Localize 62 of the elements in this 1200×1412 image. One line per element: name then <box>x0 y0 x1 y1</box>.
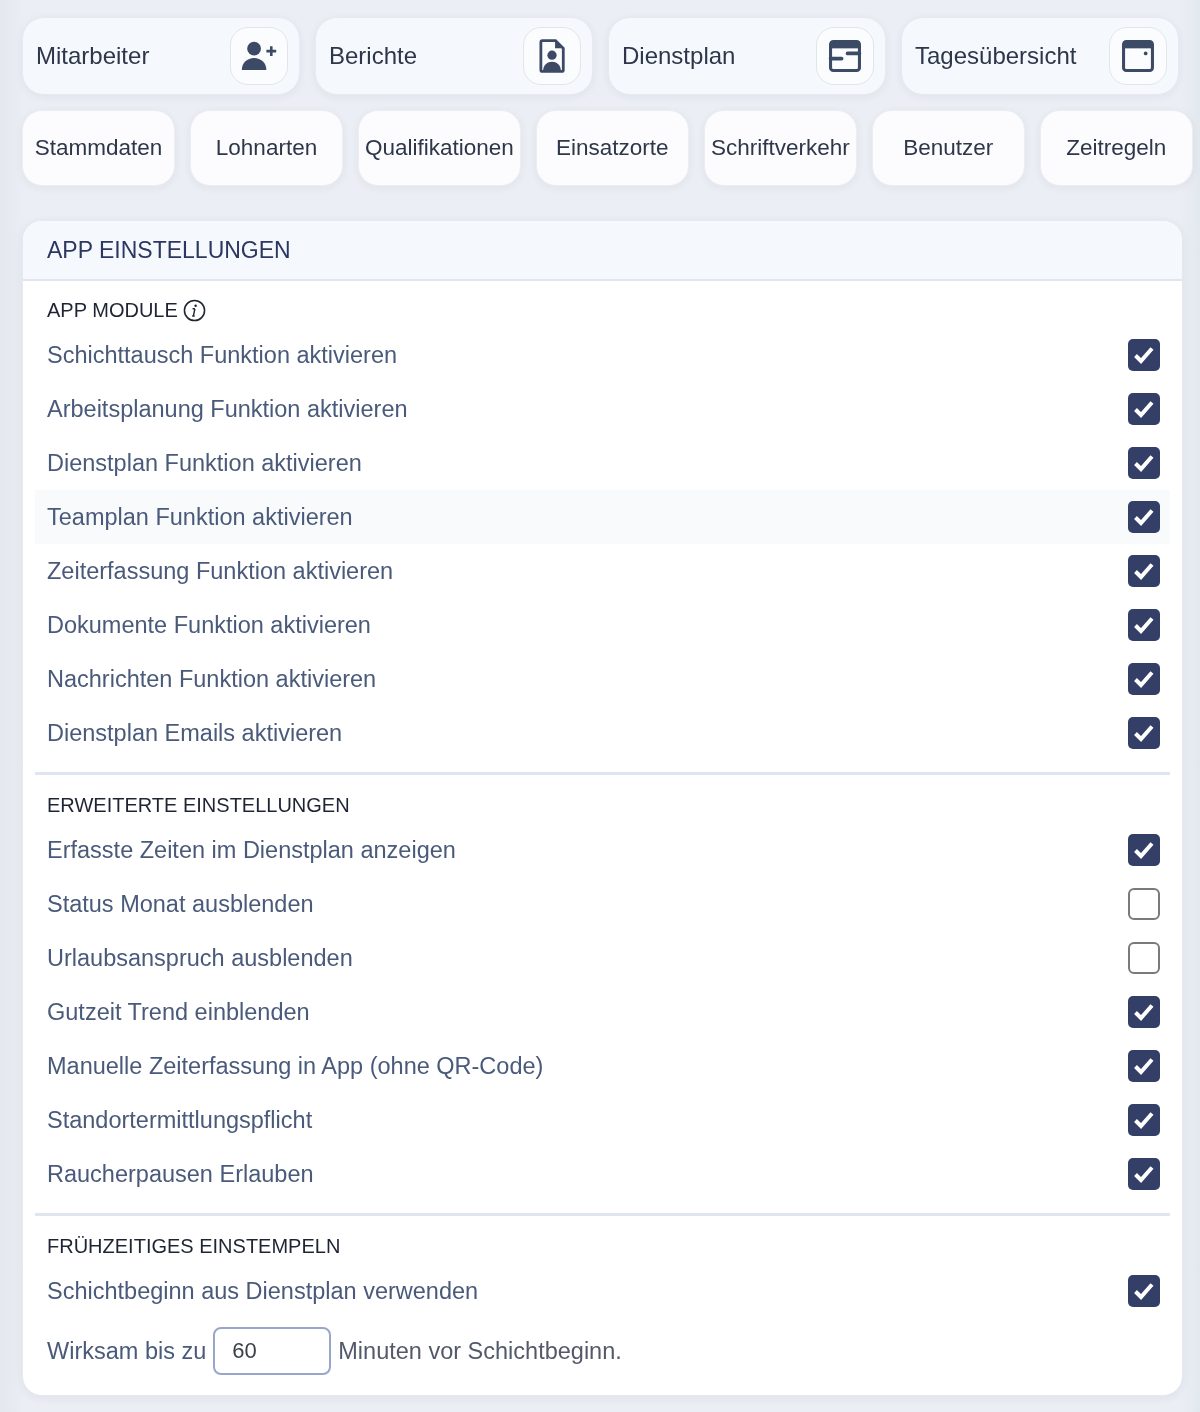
checkbox[interactable] <box>1128 339 1160 371</box>
setting-label: Schichttausch Funktion aktivieren <box>47 341 398 369</box>
setting-label: Teamplan Funktion aktivieren <box>47 503 353 531</box>
icon-button[interactable] <box>816 27 874 85</box>
setting-label: Gutzeit Trend einblenden <box>47 998 310 1026</box>
setting-label: Standortermittlungspflicht <box>47 1106 313 1134</box>
checkbox[interactable] <box>1128 1104 1160 1136</box>
card-label: Dienstplan <box>622 42 736 70</box>
nav-card[interactable]: Dienstplan <box>608 17 886 95</box>
nav-button[interactable]: Lohnarten <box>190 110 343 186</box>
nav-card[interactable]: Tagesübersicht <box>901 17 1179 95</box>
schedule-icon <box>827 39 863 73</box>
nav-button[interactable]: Zeitregeln <box>1039 110 1193 186</box>
checkbox[interactable] <box>1128 393 1160 425</box>
setting-label: Dienstplan Funktion aktivieren <box>47 449 362 477</box>
setting-label: Zeiterfassung Funktion aktivieren <box>47 557 394 585</box>
setting-label: Dokumente Funktion aktivieren <box>47 611 371 639</box>
section-title: FRÜHZEITIGES EINSTEMPELN <box>47 1234 341 1258</box>
setting-label: Dienstplan Emails aktivieren <box>47 719 343 747</box>
checkbox[interactable] <box>1128 501 1160 533</box>
nav-card[interactable]: Berichte <box>315 17 593 95</box>
checkbox[interactable] <box>1128 447 1160 479</box>
section-title: APP MODULE <box>47 298 178 322</box>
checkbox[interactable] <box>1128 888 1160 920</box>
field-suffix: Minuten vor Schichtbeginn. <box>338 1337 622 1365</box>
card-label: Mitarbeiter <box>36 42 150 70</box>
setting-label: Arbeitsplanung Funktion aktivieren <box>47 395 408 423</box>
checkbox[interactable] <box>1128 717 1160 749</box>
minutes-input[interactable]: 60 <box>213 1327 332 1375</box>
checkbox[interactable] <box>1128 996 1160 1028</box>
card-label: Tagesübersicht <box>915 42 1077 70</box>
nav-button[interactable]: Schriftverkehr <box>703 110 857 186</box>
setting-label: Raucherpausen Erlauben <box>47 1160 314 1188</box>
setting-label: Erfasste Zeiten im Dienstplan anzeigen <box>47 836 456 864</box>
checkbox[interactable] <box>1128 1050 1160 1082</box>
checkbox[interactable] <box>1128 942 1160 974</box>
field-label: Wirksam bis zu <box>47 1337 207 1365</box>
nav-button[interactable]: Einsatzorte <box>535 110 689 186</box>
icon-button[interactable] <box>230 27 288 85</box>
nav-button[interactable]: Qualifikationen <box>358 110 521 186</box>
info-icon[interactable] <box>182 298 206 322</box>
setting-label: Schichtbeginn aus Dienstplan verwenden <box>47 1277 479 1305</box>
nav-button[interactable]: Benutzer <box>871 110 1025 186</box>
setting-label: Status Monat ausblenden <box>47 890 314 918</box>
nav-button[interactable]: Stammdaten <box>22 110 175 186</box>
checkbox[interactable] <box>1128 1275 1160 1307</box>
calendar-icon <box>1120 39 1156 73</box>
setting-label: Urlaubsanspruch ausblenden <box>47 944 353 972</box>
icon-button[interactable] <box>523 27 581 85</box>
nav-card[interactable]: Mitarbeiter <box>22 17 300 95</box>
checkbox[interactable] <box>1128 1158 1160 1190</box>
checkbox[interactable] <box>1128 834 1160 866</box>
icon-button[interactable] <box>1109 27 1167 85</box>
panel-title: APP EINSTELLUNGEN <box>47 236 291 264</box>
checkbox[interactable] <box>1128 663 1160 695</box>
person-add-icon <box>241 39 277 73</box>
setting-label: Manuelle Zeiterfassung in App (ohne QR-Code) <box>47 1052 544 1080</box>
card-label: Berichte <box>329 42 418 70</box>
checkbox[interactable] <box>1128 555 1160 587</box>
section-title: ERWEITERTE EINSTELLUNGEN <box>47 793 350 817</box>
setting-label: Nachrichten Funktion aktivieren <box>47 665 377 693</box>
checkbox[interactable] <box>1128 609 1160 641</box>
